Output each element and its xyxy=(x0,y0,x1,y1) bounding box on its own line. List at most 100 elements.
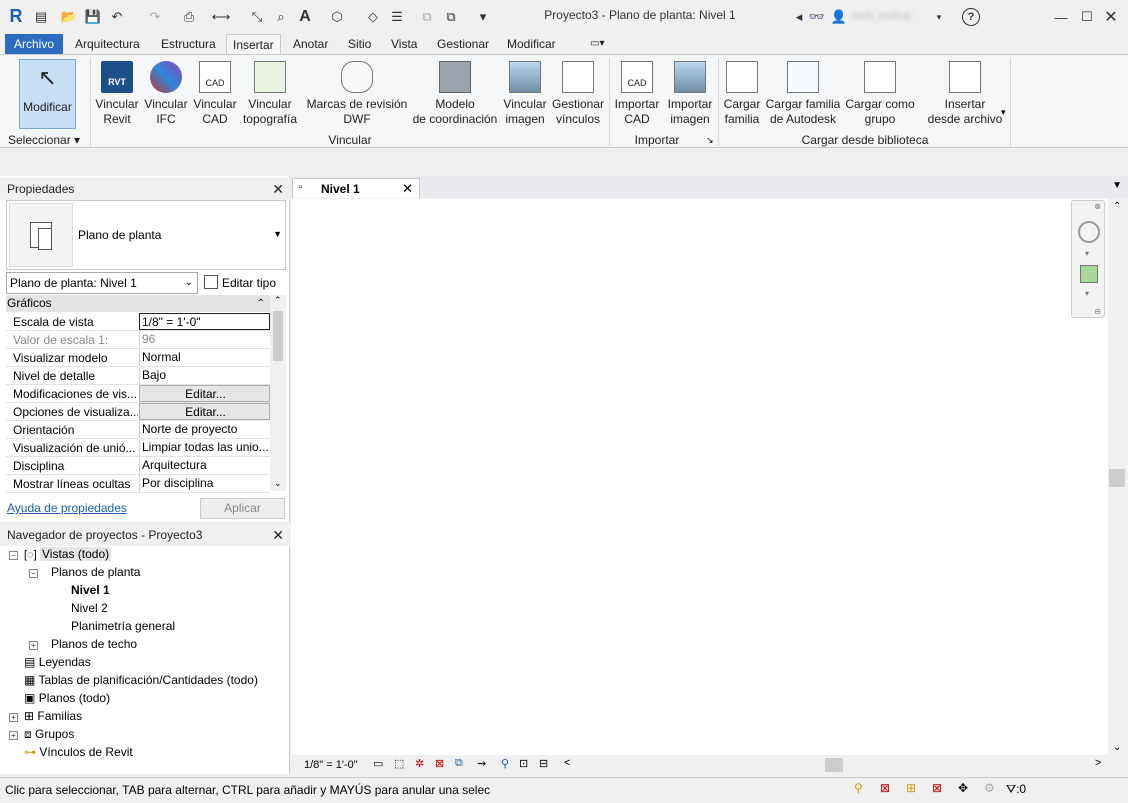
tab-insertar[interactable]: Insertar xyxy=(226,34,281,55)
modify-button[interactable]: ↖ Modificar xyxy=(19,59,76,129)
detail-level-icon[interactable]: ▭ xyxy=(373,757,383,770)
collapse-icon[interactable]: − xyxy=(9,551,18,560)
maximize-icon[interactable]: ☐ xyxy=(1078,8,1096,26)
collapse-group-icon[interactable]: ⌃ xyxy=(257,295,265,312)
import-dialog-launcher-icon[interactable]: ↘ xyxy=(706,135,714,146)
load-family-button[interactable]: Cargar familia xyxy=(720,59,764,129)
prop-value[interactable]: Normal xyxy=(139,349,270,366)
tree-node-level-1[interactable]: Nivel 1 xyxy=(71,581,110,599)
load-autodesk-family-button[interactable]: Cargar familia de Autodesk xyxy=(764,59,842,129)
close-browser-icon[interactable]: ✕ xyxy=(272,524,284,546)
coordination-model-button[interactable]: Modelo de coordinación xyxy=(411,59,499,129)
tab-modificar[interactable]: Modificar xyxy=(501,34,562,54)
expand-icon[interactable]: + xyxy=(29,641,38,650)
dwf-markups-button[interactable]: Marcas de revisión DWF xyxy=(305,59,409,129)
tree-node-floor-plans[interactable]: Planos de planta xyxy=(51,563,140,581)
type-selector[interactable]: Plano de planta ▼ xyxy=(6,200,286,270)
tab-level-1[interactable]: ▫ Nivel 1 ✕ xyxy=(292,178,420,198)
link-image-button[interactable]: Vincular imagen xyxy=(501,59,549,129)
scroll-thumb[interactable] xyxy=(1109,469,1125,487)
edit-visibility-button[interactable]: Editar... xyxy=(139,385,270,402)
tree-node-schedules[interactable]: ▦ Tablas de planificación/Cantidades (to… xyxy=(24,671,258,689)
scroll-up-icon[interactable]: ⌃ xyxy=(1113,201,1121,212)
link-revit-button[interactable]: RVT Vincular Revit xyxy=(93,59,141,129)
minimize-icon[interactable]: — xyxy=(1052,8,1070,26)
prop-value[interactable]: Arquitectura xyxy=(139,457,270,474)
insert-file-dropdown-icon[interactable]: ▾ xyxy=(1001,107,1006,118)
binoculars-icon[interactable]: 👓 xyxy=(808,8,826,26)
close-icon[interactable]: ✕ xyxy=(1102,8,1120,26)
tree-node-sheets[interactable]: ▣ Planos (todo) xyxy=(24,689,110,707)
select-links-icon[interactable]: ⚲ xyxy=(854,781,863,795)
search-back-icon[interactable]: ◂ xyxy=(790,8,808,26)
reveal-hidden-icon[interactable]: ⊡ xyxy=(519,757,528,770)
sun-path-icon[interactable]: ✲ xyxy=(415,757,424,770)
expand-icon[interactable]: + xyxy=(9,731,18,740)
instance-filter-select[interactable]: Plano de planta: Nivel 1 ⌄ xyxy=(6,272,198,294)
background-processes-icon[interactable]: ⚙ xyxy=(984,781,995,795)
edit-type-button[interactable]: Editar tipo xyxy=(204,272,276,294)
filter-icon[interactable]: ⛛:0 xyxy=(1006,782,1026,797)
prop-value[interactable]: Norte de proyecto xyxy=(139,421,270,438)
link-ifc-button[interactable]: Vincular IFC xyxy=(143,59,189,129)
vertical-scrollbar[interactable]: ⌃ ⌄ xyxy=(1108,199,1128,755)
prop-row-discipline[interactable]: Disciplina Arquitectura xyxy=(6,457,270,475)
view-scale-field[interactable]: 1/8" = 1'-0" xyxy=(139,313,270,330)
insert-from-file-button[interactable]: Insertar desde archivo xyxy=(925,59,1005,129)
drawing-area[interactable] xyxy=(291,199,1108,755)
temp-hide-icon[interactable]: ⚲ xyxy=(501,757,509,770)
tree-node-site-plan[interactable]: Planimetría general xyxy=(71,617,175,635)
crop-view-icon[interactable]: ⧉ xyxy=(455,757,463,770)
user-name[interactable]: revit_lookup xyxy=(852,10,912,24)
help-icon[interactable]: ? xyxy=(962,8,980,26)
zoom-region-icon[interactable] xyxy=(1080,265,1098,283)
tab-arquitectura[interactable]: Arquitectura xyxy=(69,34,146,54)
type-dropdown-icon[interactable]: ▼ xyxy=(273,229,282,239)
crop-region-icon[interactable]: ⇝ xyxy=(477,757,486,770)
close-properties-icon[interactable]: ✕ xyxy=(272,178,284,200)
prop-row-graphic-display[interactable]: Opciones de visualiza... Editar... xyxy=(6,403,270,421)
view-scale-button[interactable]: 1/8" = 1'-0" xyxy=(304,759,358,771)
drag-elements-icon[interactable]: ✥ xyxy=(958,781,968,795)
tab-gestionar[interactable]: Gestionar xyxy=(431,34,495,54)
user-dropdown-icon[interactable]: ▾ xyxy=(930,8,948,26)
steering-wheel-icon[interactable] xyxy=(1078,221,1100,243)
scroll-left-icon[interactable]: < xyxy=(564,757,570,769)
select-pinned-icon[interactable]: ⊞ xyxy=(906,781,916,795)
analytical-model-icon[interactable]: ⊟ xyxy=(539,757,548,770)
tab-archivo[interactable]: Archivo xyxy=(5,34,63,54)
edit-graphic-options-button[interactable]: Editar... xyxy=(139,403,270,420)
prop-row-view-scale[interactable]: Escala de vista 1/8" = 1'-0" xyxy=(6,313,270,331)
tree-node-level-2[interactable]: Nivel 2 xyxy=(71,599,108,617)
tree-node-views[interactable]: [◌] Vistas (todo) xyxy=(24,545,112,563)
visual-style-icon[interactable]: ⬚ xyxy=(394,757,404,770)
tree-node-groups[interactable]: ⧈ Grupos xyxy=(24,725,74,743)
expand-icon[interactable]: + xyxy=(9,713,18,722)
tab-anotar[interactable]: Anotar xyxy=(287,34,334,54)
prop-row-display-model[interactable]: Visualizar modelo Normal xyxy=(6,349,270,367)
manage-links-button[interactable]: Gestionar vínculos xyxy=(551,59,605,129)
select-underlay-icon[interactable]: ⊠ xyxy=(880,781,890,795)
apply-button[interactable]: Aplicar xyxy=(200,498,285,519)
tree-node-ceiling-plans[interactable]: Planos de techo xyxy=(51,635,137,653)
tab-vista[interactable]: Vista xyxy=(385,34,423,54)
tree-node-legends[interactable]: ▤ Leyendas xyxy=(24,653,91,671)
navbar-options-icon[interactable]: ⊖ xyxy=(1094,307,1101,316)
close-navbar-icon[interactable]: ⊗ xyxy=(1094,202,1101,211)
tabs-menu-icon[interactable]: ▼ xyxy=(1112,180,1122,191)
prop-row-visibility-overrides[interactable]: Modificaciones de vis... Editar... xyxy=(6,385,270,403)
prop-row-hidden-lines[interactable]: Mostrar líneas ocultas Por disciplina xyxy=(6,475,270,493)
prop-value[interactable]: Limpiar todas las unio... xyxy=(139,439,270,456)
properties-help-link[interactable]: Ayuda de propiedades xyxy=(7,501,127,515)
scroll-down-icon[interactable]: ⌄ xyxy=(1113,742,1121,753)
select-by-face-icon[interactable]: ⊠ xyxy=(932,781,942,795)
close-tab-icon[interactable]: ✕ xyxy=(402,181,413,197)
prop-value[interactable]: Por disciplina xyxy=(139,475,270,492)
import-image-button[interactable]: Importar imagen xyxy=(664,59,716,129)
tab-estructura[interactable]: Estructura xyxy=(155,34,222,54)
prop-row-wall-join[interactable]: Visualización de unió... Limpiar todas la… xyxy=(6,439,270,457)
prop-value[interactable]: Bajo xyxy=(139,367,270,384)
tab-sitio[interactable]: Sitio xyxy=(342,34,377,54)
collapse-icon[interactable]: − xyxy=(29,569,38,578)
prop-row-detail-level[interactable]: Nivel de detalle Bajo xyxy=(6,367,270,385)
